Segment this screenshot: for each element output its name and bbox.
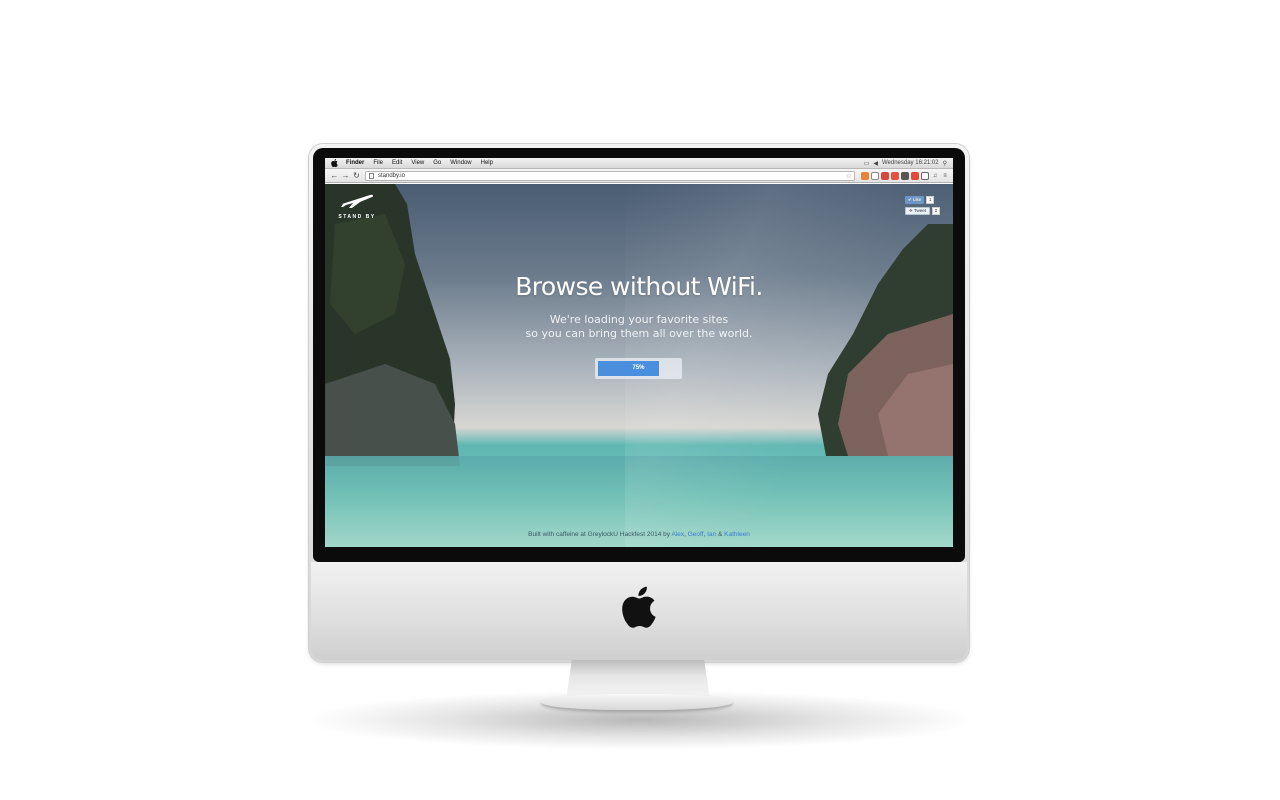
extension-box-icon[interactable] — [921, 171, 929, 180]
imac-stand-foot — [541, 694, 733, 710]
volume-icon[interactable]: ◀ — [873, 160, 878, 167]
footer-prefix: Built with caffeine at GreylockU Hackfes… — [528, 531, 671, 538]
tweet-row: ✈ Tweet 0 — [905, 207, 941, 215]
screen: Finder File Edit View Go Window Help ▭ ◀… — [325, 158, 953, 547]
tweet-count: 0 — [931, 207, 940, 215]
apple-menu-icon[interactable] — [331, 159, 338, 167]
airplane-logo-icon — [341, 194, 374, 208]
battery-icon[interactable]: ▭ — [864, 160, 870, 167]
address-bar[interactable]: standby.io ☆ — [365, 170, 855, 181]
credit-link-ian[interactable]: Ian — [707, 531, 716, 538]
browser-menu-icon[interactable]: ≡ — [941, 172, 949, 180]
standby-page: STAND BY ✔ Like 1 ✈ Tweet 0 Browse witho… — [325, 184, 953, 547]
menu-finder[interactable]: Finder — [346, 160, 364, 166]
footer-ampersand: & — [718, 531, 723, 538]
extension-pocket-icon[interactable] — [871, 171, 879, 180]
extension-flame-icon[interactable] — [861, 171, 869, 180]
social-buttons: ✔ Like 1 ✈ Tweet 0 — [905, 196, 941, 218]
subheadline-line-1: We're loading your favorite sites — [549, 313, 729, 326]
address-bar-url[interactable]: standby.io — [378, 173, 846, 179]
progress-track: 75% — [598, 361, 679, 376]
footer-credits: Built with caffeine at GreylockU Hackfes… — [325, 531, 953, 538]
spotlight-search-icon[interactable]: ⚲ — [943, 160, 947, 167]
extension-rss-icon[interactable] — [891, 171, 899, 180]
apple-logo-icon — [622, 586, 656, 628]
headline: Browse without WiFi. — [515, 272, 763, 301]
footer-comma-1: , — [684, 531, 686, 538]
tweet-label: Tweet — [913, 208, 926, 213]
credit-link-alex[interactable]: Alex — [671, 531, 684, 538]
extension-feedly-icon[interactable] — [901, 171, 909, 180]
progress-label: 75% — [632, 365, 645, 371]
menu-go[interactable]: Go — [433, 160, 441, 166]
extension-red-icon[interactable] — [881, 171, 889, 180]
subheadline-line-2: so you can bring them all over the world… — [525, 327, 753, 340]
bookmark-star-icon[interactable]: ☆ — [846, 172, 854, 180]
menu-extras: ▭ ◀ Wednesday 16:21:02 ⚲ — [860, 160, 953, 167]
like-label: Like — [913, 197, 922, 202]
reload-icon[interactable]: ↻ — [351, 170, 362, 181]
loading-progress: 75% — [595, 358, 682, 379]
menu-window[interactable]: Window — [450, 160, 471, 166]
back-arrow-icon[interactable]: ← — [329, 170, 340, 181]
menu-clock[interactable]: Wednesday 16:21:02 — [882, 160, 939, 166]
extension-music-icon[interactable]: ♫ — [931, 172, 939, 180]
credit-link-kathleen[interactable]: Kathleen — [724, 531, 750, 538]
like-row: ✔ Like 1 — [905, 196, 941, 204]
like-count: 1 — [926, 196, 935, 204]
menu-view[interactable]: View — [411, 160, 424, 166]
footer-comma-2: , — [703, 531, 706, 538]
menu-edit[interactable]: Edit — [392, 160, 402, 166]
stage: Finder File Edit View Go Window Help ▭ ◀… — [0, 0, 1280, 800]
facebook-like-button[interactable]: ✔ Like — [905, 196, 925, 204]
subheadline: We're loading your favorite sites so you… — [325, 313, 953, 341]
tweet-button[interactable]: ✈ Tweet — [905, 207, 930, 215]
menu-help[interactable]: Help — [481, 160, 493, 166]
logo-text: STAND BY — [338, 214, 376, 220]
menu-file[interactable]: File — [373, 160, 383, 166]
forward-arrow-icon[interactable]: → — [340, 170, 351, 181]
credit-link-geoff[interactable]: Geoff — [688, 531, 704, 538]
extension-bookmark-icon[interactable] — [911, 171, 919, 180]
page-icon — [369, 172, 374, 179]
hero: Browse without WiFi. We're loading your … — [325, 272, 953, 341]
menu-bar: Finder File Edit View Go Window Help ▭ ◀… — [325, 158, 953, 169]
standby-logo[interactable]: STAND BY — [337, 192, 377, 220]
browser-toolbar: ← → ↻ standby.io ☆ ♫ ≡ — [325, 169, 953, 183]
